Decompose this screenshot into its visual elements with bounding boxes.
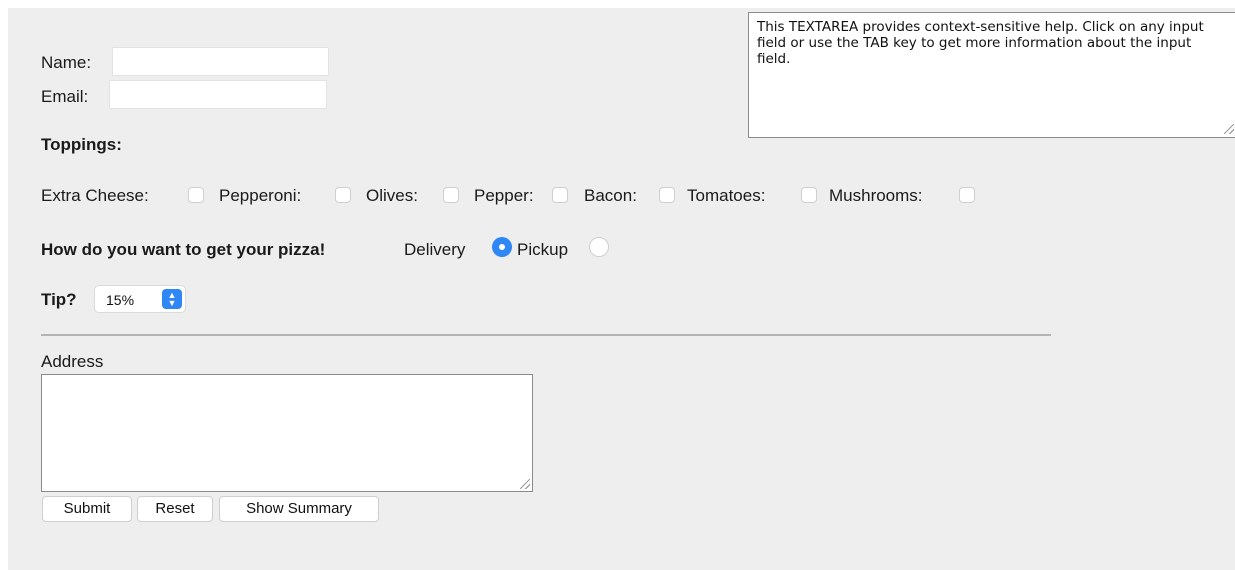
topping-label-pepperoni: Pepperoni:	[219, 186, 302, 205]
email-input[interactable]	[109, 80, 327, 109]
reset-button[interactable]: Reset	[137, 496, 213, 522]
address-label: Address	[41, 352, 104, 371]
topping-label-mushrooms: Mushrooms:	[829, 186, 923, 205]
pizza-order-form: Name: Email: This TEXTAREA provides cont…	[8, 8, 1235, 570]
olives-checkbox[interactable]	[443, 187, 459, 203]
tip-selected-value: 15%	[106, 292, 135, 308]
topping-label-extra-cheese: Extra Cheese:	[41, 186, 149, 205]
mushrooms-checkbox[interactable]	[959, 187, 975, 203]
tomatoes-checkbox[interactable]	[801, 187, 817, 203]
help-resize-grip[interactable]	[1224, 124, 1234, 134]
pepper-checkbox[interactable]	[552, 187, 568, 203]
topping-label-pepper: Pepper:	[474, 186, 534, 205]
submit-button[interactable]: Submit	[42, 496, 132, 522]
section-divider	[41, 334, 1051, 336]
address-textarea[interactable]	[41, 374, 533, 492]
bacon-checkbox[interactable]	[659, 187, 675, 203]
tip-select[interactable]: 15% ▲ ▼	[94, 285, 186, 313]
topping-label-tomatoes: Tomatoes:	[687, 186, 766, 205]
chevron-up-down-icon: ▲ ▼	[162, 289, 182, 309]
name-input[interactable]	[112, 47, 329, 76]
delivery-question: How do you want to get your pizza!	[41, 240, 326, 259]
delivery-option-label: Delivery	[404, 240, 466, 259]
extra-cheese-checkbox[interactable]	[188, 187, 204, 203]
topping-label-olives: Olives:	[366, 186, 418, 205]
address-resize-grip[interactable]	[520, 479, 530, 489]
show-summary-button[interactable]: Show Summary	[219, 496, 379, 522]
help-textarea[interactable]: This TEXTAREA provides context-sensitive…	[748, 12, 1235, 138]
delivery-radio[interactable]	[492, 237, 512, 257]
pickup-option-label: Pickup	[517, 240, 569, 259]
pickup-radio[interactable]	[589, 237, 609, 257]
toppings-heading: Toppings:	[41, 135, 122, 154]
email-label: Email:	[41, 87, 89, 106]
pepperoni-checkbox[interactable]	[335, 187, 351, 203]
topping-label-bacon: Bacon:	[584, 186, 637, 205]
name-label: Name:	[41, 53, 92, 72]
tip-label: Tip?	[41, 290, 77, 309]
